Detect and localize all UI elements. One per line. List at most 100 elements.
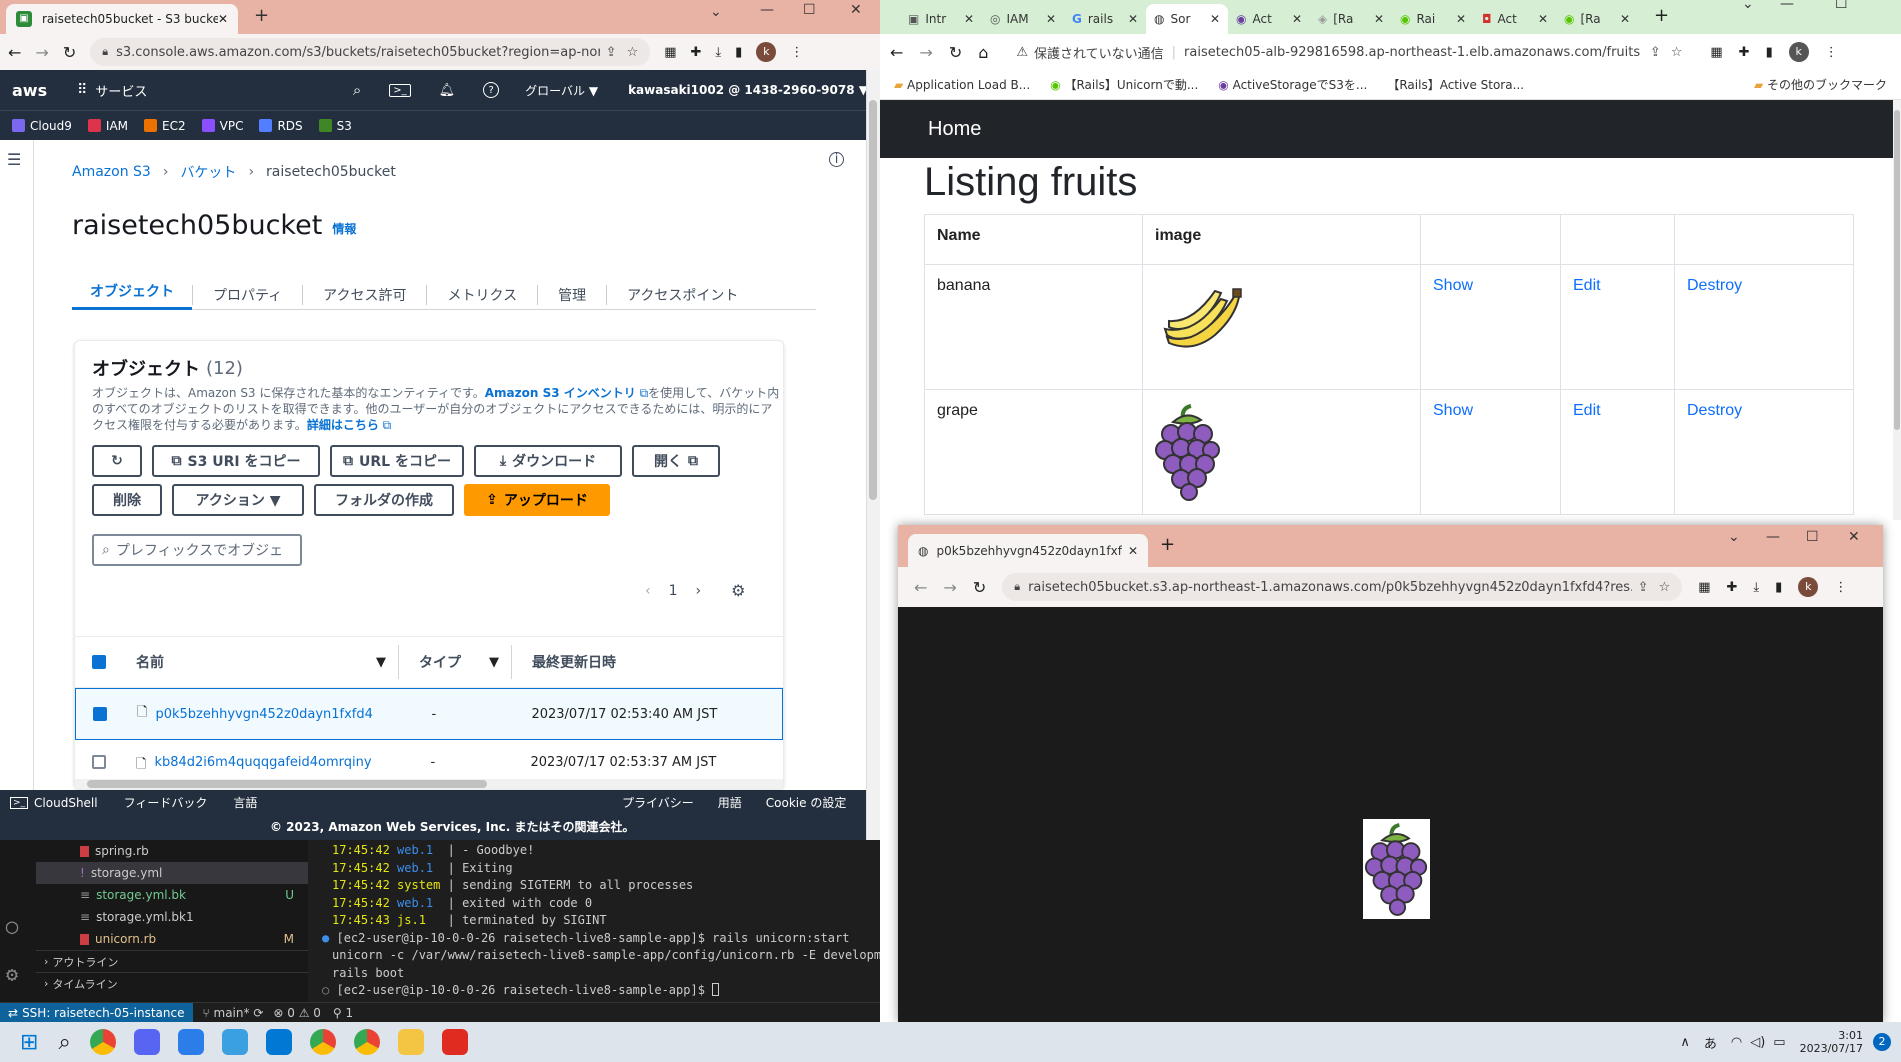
tray-chevron-icon[interactable]: ∧ (1680, 1035, 1690, 1050)
discord-icon[interactable] (133, 1029, 160, 1055)
tab-s3-object[interactable]: ◍ p0k5bzehhyvgn452z0dayn1fxfd4 ✕ (908, 534, 1148, 567)
minimize-icon[interactable]: — (1780, 0, 1794, 12)
tab-search-icon[interactable]: ⌄ (1728, 529, 1740, 545)
back-icon[interactable]: ← (914, 578, 927, 597)
file-item[interactable]: unicorn.rb M (36, 928, 308, 950)
file-item[interactable]: ≡ storage.yml.bk1 (36, 906, 308, 928)
privacy-link[interactable]: プライバシー (622, 794, 694, 811)
share-icon[interactable]: ⇪ (1650, 45, 1661, 60)
aws-logo[interactable]: aws (12, 81, 47, 100)
cloudshell-icon[interactable]: >_ (389, 83, 411, 97)
reload-icon[interactable]: ↻ (949, 43, 962, 62)
tab-item[interactable]: ◈ [Ra ✕ (1310, 4, 1392, 34)
cloudshell-link[interactable]: >_ CloudShell (10, 796, 98, 810)
url-bar[interactable]: ⚠ 保護されていない通信 | raisetech05-alb-929816598… (1004, 38, 1695, 66)
services-grid-icon[interactable]: ⠿ (77, 82, 87, 98)
breadcrumb-amazon-s3[interactable]: Amazon S3 (72, 164, 151, 180)
upload-button[interactable]: ⇪ アップロード (464, 484, 610, 516)
remote-indicator[interactable]: ⇄ SSH: raisetech-05-instance (0, 1002, 193, 1023)
download-icon[interactable]: ⤓ (1753, 580, 1759, 595)
open-button[interactable]: 開く ⧉ (632, 445, 720, 477)
profile-avatar[interactable]: k (1798, 577, 1819, 597)
info-link[interactable]: 情報 (332, 220, 356, 237)
qr-icon[interactable]: ▦ (664, 45, 676, 60)
prev-page-icon[interactable]: ‹ (645, 583, 651, 599)
vertical-scrollbar[interactable] (866, 70, 880, 840)
close-tab-icon[interactable]: ✕ (218, 12, 228, 26)
object-name-link[interactable]: kb84d2i6m4quqqgafeid4omrqiny (154, 755, 430, 770)
feedback-link[interactable]: フィードバック (124, 794, 208, 811)
select-all-checkbox[interactable] (92, 655, 106, 669)
sidepanel-icon[interactable]: ▮ (1775, 580, 1782, 595)
notification-badge[interactable]: 2 (1873, 1033, 1891, 1051)
region-selector[interactable]: グローバル ▼ (525, 82, 598, 99)
start-windows-icon[interactable]: ⊞ (20, 1030, 38, 1055)
object-name-link[interactable]: p0k5bzehhyvgn452z0dayn1fxfd4 (155, 707, 431, 722)
menu-kebab-icon[interactable]: ⋮ (790, 45, 803, 60)
new-tab-icon[interactable]: + (254, 5, 269, 26)
fav-vpc[interactable]: VPC (201, 118, 243, 133)
close-tab-icon[interactable]: ✕ (1128, 544, 1138, 558)
inventory-link[interactable]: Amazon S3 インベントリ (485, 386, 636, 400)
tab-item[interactable]: ◉ Rai ✕ (1392, 4, 1474, 34)
breadcrumb-buckets[interactable]: バケット (180, 162, 236, 182)
sidepanel-icon[interactable]: ▮ (1766, 45, 1773, 60)
bookmark-item[interactable]: ▰ Application Load B... (894, 78, 1030, 92)
create-folder-button[interactable]: フォルダの作成 (314, 484, 454, 516)
maximize-icon[interactable]: ☐ (1806, 529, 1819, 545)
actions-dropdown[interactable]: アクション ▼ (172, 484, 304, 516)
battery-icon[interactable]: ▭ (1773, 1035, 1785, 1050)
tab-search-icon[interactable]: ⌄ (1742, 0, 1754, 12)
tab-metrics[interactable]: メトリクス (426, 284, 537, 305)
col-last-modified[interactable]: 最終更新日時 (532, 652, 616, 672)
show-link[interactable]: Show (1433, 402, 1473, 419)
ports-indicator[interactable]: ⚲ 1 (333, 1006, 353, 1020)
notifications-bell-icon[interactable]: 🔔︎ (439, 83, 456, 98)
home-icon[interactable]: ⌂ (978, 43, 988, 62)
acrobat-icon[interactable] (441, 1029, 468, 1055)
destroy-link[interactable]: Destroy (1687, 277, 1742, 294)
close-tab-icon[interactable]: ✕ (1374, 12, 1384, 26)
sidepanel-icon[interactable]: ▮ (735, 45, 742, 60)
fav-cloud9[interactable]: Cloud9 (12, 118, 72, 133)
col-type[interactable]: タイプ (419, 652, 489, 672)
account-icon[interactable]: ◯ (6, 914, 18, 938)
sort-icon[interactable]: ▼ (376, 655, 386, 670)
file-explorer-icon[interactable] (397, 1029, 424, 1055)
minimize-icon[interactable]: — (1766, 529, 1780, 545)
info-panel-icon[interactable]: i (829, 152, 844, 167)
close-tab-icon[interactable]: ✕ (1292, 12, 1302, 26)
copy-s3-uri-button[interactable]: ⧉ S3 URI をコピー (152, 445, 320, 477)
download-button[interactable]: ⤓ ダウンロード (474, 445, 622, 477)
table-row[interactable]: 🗋 p0k5bzehhyvgn452z0dayn1fxfd4 - 2023/07… (75, 688, 783, 740)
terminal-panel[interactable]: 17:45:42 web.1 | - Goodbye! 17:45:42 web… (318, 840, 880, 1002)
delete-button[interactable]: 削除 (92, 484, 162, 516)
qr-icon[interactable]: ▦ (1698, 580, 1710, 595)
ime-indicator[interactable]: あ (1704, 1033, 1717, 1052)
edit-link[interactable]: Edit (1573, 402, 1601, 419)
clock[interactable]: 3:01 2023/07/17 (1800, 1029, 1863, 1055)
tab-management[interactable]: 管理 (537, 284, 606, 305)
hamburger-icon[interactable]: ☰ (7, 150, 21, 169)
wifi-icon[interactable]: ◠ (1731, 1035, 1742, 1050)
forward-icon[interactable]: → (943, 578, 956, 597)
menu-kebab-icon[interactable]: ⋮ (1834, 580, 1847, 595)
fav-s3[interactable]: S3 (318, 118, 352, 133)
chrome-profile-icon[interactable] (353, 1029, 380, 1055)
extensions-icon[interactable]: ✚ (1739, 45, 1750, 60)
fav-ec2[interactable]: EC2 (144, 118, 186, 133)
tab-item[interactable]: ◘ Act ✕ (1474, 4, 1556, 34)
file-item[interactable]: ≡ storage.yml.bk U (36, 884, 308, 906)
help-icon[interactable]: ? (483, 82, 500, 98)
maximize-icon[interactable]: ☐ (803, 2, 816, 18)
notepad-icon[interactable] (177, 1029, 204, 1055)
profile-avatar[interactable]: k (756, 42, 777, 62)
bookmark-star-icon[interactable]: ☆ (627, 45, 639, 60)
chrome-profile-icon[interactable] (309, 1029, 336, 1055)
close-tab-icon[interactable]: ✕ (1620, 12, 1630, 26)
bookmark-item[interactable]: ◉ 【Rails】Unicornで動... (1050, 76, 1198, 93)
row-checkbox[interactable] (93, 707, 107, 721)
tab-objects[interactable]: オブジェクト (72, 280, 192, 310)
forward-icon[interactable]: → (35, 43, 48, 62)
manage-gear-icon[interactable]: ⚙ (6, 962, 18, 986)
